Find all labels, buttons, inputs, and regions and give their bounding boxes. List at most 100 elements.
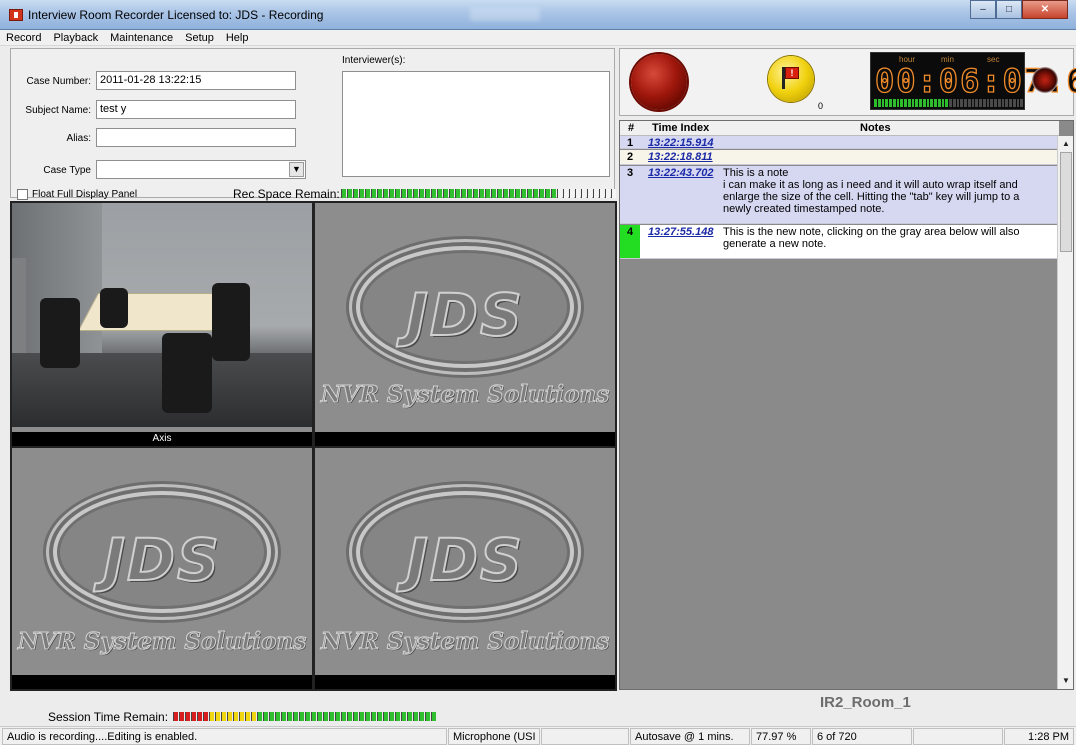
tagline: NVR System Solutions: [320, 628, 610, 656]
video-tile-4[interactable]: JDS NVR System Solutions: [315, 448, 615, 689]
level-segment: [1009, 99, 1012, 107]
minimize-button[interactable]: –: [970, 0, 996, 19]
meter-segment: [437, 189, 442, 198]
level-segment: [904, 99, 907, 107]
float-panel-checkbox[interactable]: [17, 189, 28, 200]
meter-segment: [233, 712, 238, 721]
case-number-label: Case Number:: [26, 76, 91, 87]
note-row[interactable]: 2 13:22:18.811: [620, 150, 1059, 165]
level-segment: [1020, 99, 1023, 107]
case-form-panel: Case Number: 2011-01-28 13:22:15 Subject…: [10, 48, 616, 201]
case-type-label: Case Type: [43, 165, 91, 176]
meter-segment: [179, 712, 184, 721]
level-segment: [922, 99, 926, 107]
meter-segment: [419, 712, 424, 721]
meter-segment: [569, 189, 574, 198]
chevron-down-icon[interactable]: ▼: [289, 162, 304, 177]
subject-name-field[interactable]: test y: [96, 100, 296, 119]
meter-segment: [389, 712, 394, 721]
level-segment: [911, 99, 915, 107]
close-button[interactable]: ✕: [1022, 0, 1068, 19]
case-type-select[interactable]: ▼: [96, 160, 306, 179]
case-number-field[interactable]: 2011-01-28 13:22:15: [96, 71, 296, 90]
status-microphone: Microphone (USI: [448, 728, 540, 745]
meter-segment: [587, 189, 592, 198]
level-segment: [881, 99, 885, 107]
meter-segment: [413, 712, 418, 721]
interviewers-field[interactable]: [342, 71, 610, 177]
app-icon: [9, 9, 23, 21]
level-segment: [941, 99, 945, 107]
meter-segment: [443, 189, 448, 198]
level-segment: [997, 99, 1001, 107]
note-text[interactable]: This is a note i can make it as long as …: [723, 167, 1043, 215]
video-tile-2[interactable]: JDS NVR System Solutions: [315, 203, 615, 446]
meter-segment: [521, 189, 526, 198]
jds-logo-text: JDS: [405, 525, 524, 595]
recording-led-icon: [1032, 67, 1058, 93]
level-segment: [892, 99, 896, 107]
interviewers-label: Interviewer(s):: [342, 55, 406, 66]
tagline: NVR System Solutions: [17, 628, 307, 656]
status-empty: [913, 728, 1003, 745]
meter-segment: [533, 189, 538, 198]
record-button[interactable]: [631, 54, 687, 110]
meter-segment: [395, 189, 400, 198]
meter-segment: [581, 189, 586, 198]
level-segment: [926, 99, 930, 107]
meter-segment: [551, 189, 556, 198]
level-segment: [1001, 99, 1005, 107]
flag-button[interactable]: !: [768, 56, 814, 102]
note-text-editor[interactable]: This is the new note, clicking on the gr…: [723, 226, 1043, 250]
level-segment: [982, 99, 986, 107]
note-row[interactable]: 1 13:22:15.914: [620, 136, 1059, 149]
note-timestamp-link[interactable]: 13:22:18.811: [648, 151, 713, 163]
elapsed-clock: hour min sec 00:06:07.6: [870, 52, 1076, 110]
meter-segment: [485, 189, 490, 198]
video-tile-3[interactable]: JDS NVR System Solutions: [12, 448, 312, 689]
level-segment: [971, 99, 975, 107]
level-segment: [1005, 99, 1008, 107]
level-segment: [907, 99, 911, 107]
level-segment: [874, 99, 877, 107]
level-segment: [949, 99, 952, 107]
level-segment: [990, 99, 993, 107]
video-tile-camera[interactable]: Axis: [12, 203, 312, 446]
meter-segment: [539, 189, 544, 198]
note-row-active[interactable]: 4 13:27:55.148 This is the new note, cli…: [620, 225, 1059, 259]
menu-maintenance[interactable]: Maintenance: [104, 30, 179, 45]
meter-segment: [593, 189, 598, 198]
meter-segment: [317, 712, 322, 721]
meter-segment: [323, 712, 328, 721]
alias-field[interactable]: [96, 128, 296, 147]
maximize-button[interactable]: □: [996, 0, 1022, 19]
menu-record[interactable]: Record: [0, 30, 47, 45]
menu-playback[interactable]: Playback: [47, 30, 104, 45]
meter-segment: [509, 189, 514, 198]
jds-logo-text: JDS: [102, 525, 221, 595]
meter-segment: [341, 712, 346, 721]
tagline: NVR System Solutions: [320, 381, 610, 409]
meter-segment: [221, 712, 226, 721]
scroll-down-icon[interactable]: ▼: [1059, 674, 1073, 688]
menu-setup[interactable]: Setup: [179, 30, 220, 45]
note-timestamp-link[interactable]: 13:22:15.914: [648, 137, 713, 149]
meter-segment: [281, 712, 286, 721]
scroll-up-icon[interactable]: ▲: [1059, 137, 1073, 151]
meter-segment: [599, 189, 604, 198]
audio-level-meter: [874, 99, 1023, 107]
meter-segment: [299, 712, 304, 721]
meter-segment: [245, 712, 250, 721]
note-timestamp-link[interactable]: 13:27:55.148: [648, 226, 713, 238]
note-row[interactable]: 3 13:22:43.702 This is a note i can make…: [620, 166, 1059, 224]
meter-segment: [605, 189, 610, 198]
note-timestamp-link[interactable]: 13:22:43.702: [648, 167, 713, 179]
status-message: Audio is recording....Editing is enabled…: [2, 728, 447, 745]
menu-help[interactable]: Help: [220, 30, 255, 45]
meter-segment: [563, 189, 568, 198]
note-number: 2: [627, 151, 634, 163]
video-grid: Axis JDS NVR System Solutions JDS NVR Sy…: [10, 201, 617, 691]
scroll-thumb[interactable]: [1060, 152, 1072, 252]
notes-scrollbar[interactable]: ▲ ▼: [1057, 136, 1073, 689]
alias-label: Alias:: [66, 133, 91, 144]
